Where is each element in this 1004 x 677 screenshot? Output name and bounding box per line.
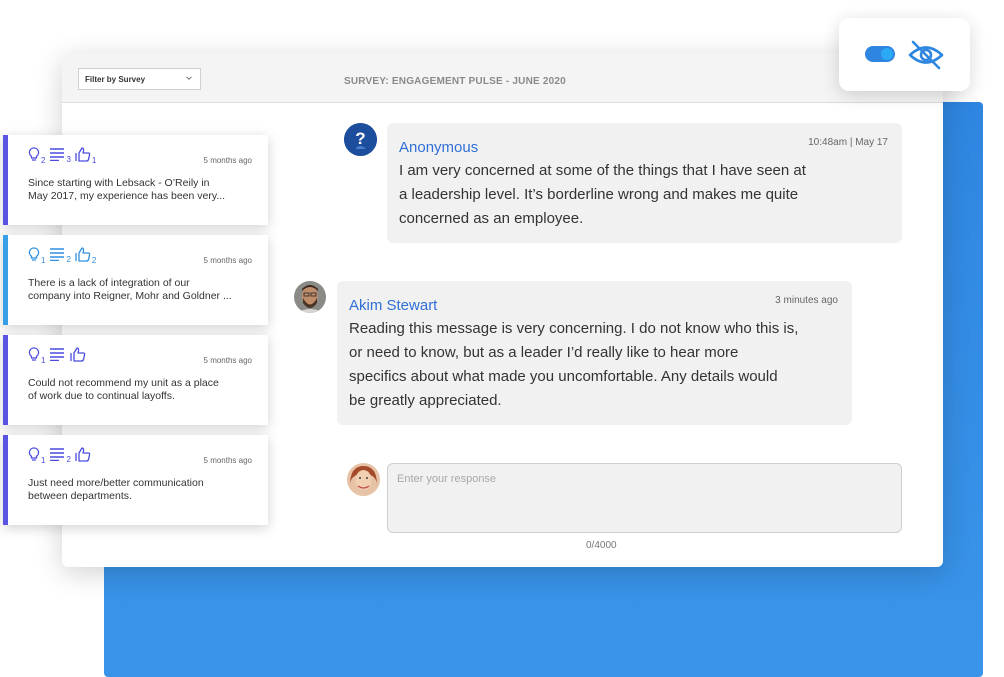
card-timestamp: 5 months ago: [203, 256, 252, 265]
message-text: Reading this message is very concerning.…: [349, 320, 799, 409]
message-bubble: Akim Stewart 3 minutes ago Reading this …: [337, 281, 852, 425]
likes-stat: 2: [75, 247, 96, 265]
response-placeholder: Enter your response: [397, 473, 497, 485]
header-bar: Filter by Survey SURVEY: ENGAGEMENT PULS…: [62, 53, 943, 103]
card-snippet: Since starting with Lebsack - O’Reily in…: [28, 177, 226, 202]
likes-stat: [75, 447, 92, 462]
lightbulb-icon: [28, 147, 40, 161]
thumbs-up-icon: [75, 247, 91, 262]
card-timestamp: 5 months ago: [203, 356, 252, 365]
ideas-stat: 2: [28, 147, 45, 165]
lightbulb-icon: [28, 447, 40, 461]
current-user-avatar: [347, 463, 380, 496]
message-bubble: Anonymous 10:48am | May 17 I am very con…: [387, 123, 902, 243]
comments-stat: [49, 347, 66, 361]
ideas-stat: 1: [28, 447, 45, 465]
lightbulb-icon: [28, 347, 40, 361]
card-stats: 1 2 2: [28, 247, 96, 265]
card-timestamp: 5 months ago: [203, 456, 252, 465]
eye-off-icon[interactable]: [908, 40, 944, 70]
message-time: 10:48am | May 17: [808, 137, 888, 148]
ideas-stat: 1: [28, 247, 45, 265]
comment-card[interactable]: 1 5 months ago Could not recommend my un…: [3, 335, 268, 425]
lines-icon: [50, 148, 65, 161]
question-mark-icon: ?: [344, 123, 377, 156]
likes-stat: [70, 347, 87, 362]
card-snippet: Just need more/better communication betw…: [28, 477, 204, 502]
card-snippet: There is a lack of integration of our co…: [28, 277, 232, 302]
lines-icon: [50, 248, 65, 261]
comment-card[interactable]: 2 3 1 5 months ago Since starting with L…: [3, 135, 268, 225]
comments-stat: 2: [49, 447, 71, 464]
card-timestamp: 5 months ago: [203, 156, 252, 165]
filter-label: Filter by Survey: [85, 74, 146, 84]
comments-stat: 2: [49, 247, 71, 264]
comments-stat: 3: [49, 147, 71, 164]
anonymity-toggle[interactable]: [865, 46, 895, 62]
ideas-stat: 1: [28, 347, 45, 365]
comment-card[interactable]: 1 2 2 5 months ago There is a lack of in…: [3, 235, 268, 325]
lines-icon: [50, 448, 65, 461]
likes-stat: 1: [75, 147, 96, 165]
thumbs-up-icon: [75, 447, 91, 462]
thumbs-up-icon: [75, 147, 91, 162]
page-title: SURVEY: ENGAGEMENT PULSE - JUNE 2020: [344, 76, 566, 87]
response-input[interactable]: Enter your response: [387, 463, 902, 533]
lightbulb-icon: [28, 247, 40, 261]
comment-card[interactable]: 1 2 5 months ago Just need more/better c…: [3, 435, 268, 525]
message-author[interactable]: Anonymous: [399, 139, 478, 156]
card-stats: 1 2: [28, 447, 92, 465]
message-time: 3 minutes ago: [775, 295, 838, 306]
toggle-knob: [881, 48, 893, 60]
character-count: 0/4000: [586, 540, 617, 551]
chevron-down-icon: [186, 76, 192, 80]
card-stats: 1: [28, 347, 87, 365]
message-text: I am very concerned at some of the thing…: [399, 162, 806, 227]
svg-text:?: ?: [355, 129, 365, 148]
akim-stewart-avatar: [294, 281, 326, 313]
thumbs-up-icon: [70, 347, 86, 362]
card-snippet: Could not recommend my unit as a place o…: [28, 377, 219, 402]
card-stats: 2 3 1: [28, 147, 96, 165]
message-author[interactable]: Akim Stewart: [349, 297, 437, 314]
lines-icon: [50, 348, 65, 361]
visibility-widget: [839, 18, 970, 91]
filter-by-survey-select[interactable]: Filter by Survey: [78, 68, 201, 90]
anonymous-avatar: ?: [344, 123, 377, 156]
